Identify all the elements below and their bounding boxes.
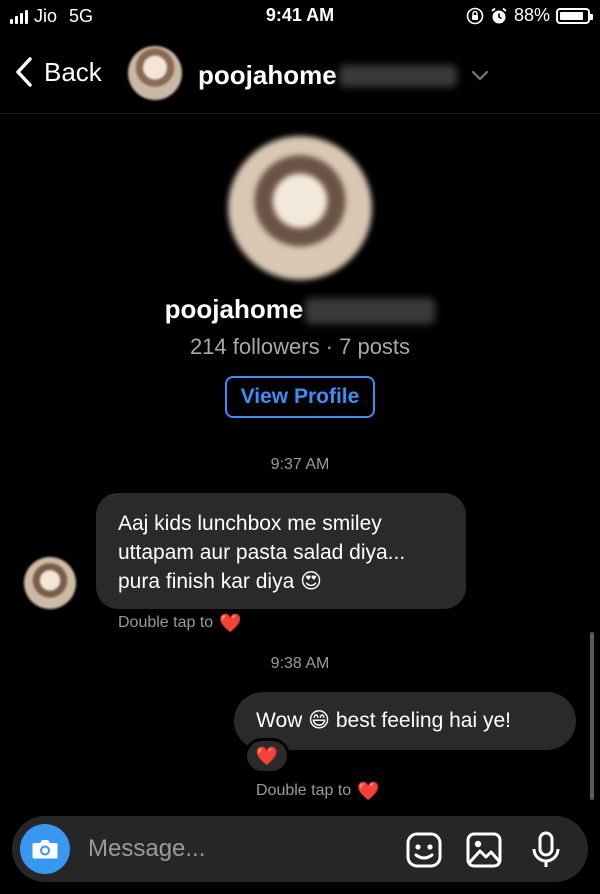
- double-tap-hint: Double tap to ❤️: [118, 614, 242, 632]
- header-username[interactable]: poojahome: [198, 60, 489, 91]
- microphone-icon[interactable]: [526, 830, 566, 870]
- message-timestamp: 9:37 AM: [270, 456, 330, 473]
- back-label: Back: [44, 56, 102, 87]
- double-tap-hint-text: Double tap to: [118, 614, 214, 631]
- battery-fill: [560, 11, 583, 20]
- sticker-icon[interactable]: [404, 830, 444, 870]
- profile-picture[interactable]: [228, 136, 372, 280]
- orientation-lock-icon: [466, 7, 484, 24]
- header-username-text: poojahome: [198, 60, 337, 90]
- chevron-down-icon[interactable]: [471, 70, 489, 82]
- profile-stats: 214 followers · 7 posts: [189, 334, 411, 359]
- header-avatar[interactable]: [128, 46, 182, 100]
- gallery-icon[interactable]: [464, 830, 504, 870]
- heart-reaction-icon: ❤️: [255, 746, 279, 766]
- status-bar: Jio 5G 9:41 AM 88%: [0, 0, 600, 32]
- blurred-username-suffix: [338, 64, 457, 87]
- outgoing-message-bubble[interactable]: Wow 😄 best feeling hai ye!: [234, 692, 576, 750]
- status-right: 88%: [466, 5, 593, 26]
- back-button[interactable]: Back: [14, 56, 102, 88]
- view-profile-button[interactable]: View Profile: [225, 376, 375, 418]
- scrollbar[interactable]: [590, 632, 594, 800]
- message-composer: [12, 816, 588, 882]
- heart-icon: ❤️: [357, 781, 380, 801]
- camera-icon: [32, 840, 58, 859]
- chat-header: Back poojahome: [0, 38, 600, 114]
- camera-button[interactable]: [20, 824, 70, 874]
- double-tap-hint-text: Double tap to: [256, 782, 352, 799]
- incoming-message-bubble[interactable]: Aaj kids lunchbox me smiley uttapam aur …: [96, 493, 466, 609]
- profile-name: poojahome: [0, 294, 600, 325]
- battery-percent: 88%: [513, 5, 550, 25]
- chevron-left-icon: [16, 57, 32, 87]
- message-line: pura finish kar diya 😍: [118, 570, 322, 593]
- blurred-name-suffix: [305, 298, 436, 325]
- message-timestamp: 9:38 AM: [270, 655, 330, 672]
- message-line: Aaj kids lunchbox me smiley: [118, 512, 382, 535]
- heart-icon: ❤️: [219, 613, 242, 633]
- profile-name-text: poojahome: [164, 294, 304, 324]
- sender-avatar[interactable]: [24, 557, 76, 609]
- message-input[interactable]: [88, 832, 368, 866]
- message-line: uttapam aur pasta salad diya...: [118, 541, 406, 564]
- battery-icon: [556, 7, 593, 24]
- alarm-icon: [491, 7, 507, 23]
- double-tap-hint: Double tap to ❤️: [256, 782, 380, 800]
- reaction-badge[interactable]: ❤️: [244, 738, 290, 774]
